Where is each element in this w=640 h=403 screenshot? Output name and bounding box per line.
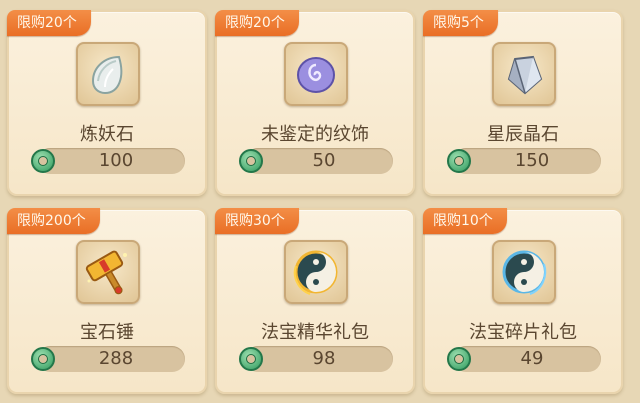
shop-grid: 限购20个 炼妖石 100 限购20个 未鉴定的纹饰 50 限购5个 星辰晶石 … — [0, 0, 640, 403]
price-bar: 50 — [239, 148, 393, 174]
purchase-limit-tag: 限购30个 — [215, 208, 299, 234]
price-bar: 288 — [31, 346, 185, 372]
item-icon-frame[interactable] — [284, 42, 348, 106]
item-name: 未鉴定的纹饰 — [261, 124, 369, 145]
golden-hammer-icon — [85, 250, 127, 295]
item-name: 星辰晶石 — [487, 124, 559, 145]
yin-yang-blue-icon — [502, 250, 547, 295]
item-price: 50 — [312, 150, 336, 171]
crystal-icon — [507, 55, 543, 95]
yin-yang-gold-icon — [293, 250, 338, 295]
item-icon-frame[interactable] — [76, 240, 140, 304]
item-name: 炼妖石 — [80, 124, 134, 145]
item-price: 100 — [98, 150, 134, 171]
shop-item-card[interactable]: 限购10个 法宝碎片礼包 49 — [423, 208, 623, 394]
purple-swirl-stone-icon — [297, 57, 335, 93]
shop-item-card[interactable]: 限购20个 炼妖石 100 — [7, 10, 207, 196]
shop-item-card[interactable]: 限购30个 法宝精华礼包 98 — [215, 208, 415, 394]
item-name: 法宝碎片礼包 — [469, 322, 577, 343]
item-icon-frame[interactable] — [492, 240, 556, 304]
price-bar: 49 — [447, 346, 601, 372]
purchase-limit-tag: 限购20个 — [215, 10, 299, 36]
item-price: 150 — [514, 150, 550, 171]
shop-item-card[interactable]: 限购200个 宝石锤 288 — [7, 208, 207, 394]
price-bar: 98 — [239, 346, 393, 372]
purchase-limit-tag: 限购20个 — [7, 10, 91, 36]
item-name: 宝石锤 — [80, 322, 134, 343]
purchase-limit-tag: 限购5个 — [423, 10, 498, 36]
purchase-limit-tag: 限购200个 — [7, 208, 100, 234]
price-bar: 100 — [31, 148, 185, 174]
item-icon-frame[interactable] — [284, 240, 348, 304]
item-name: 法宝精华礼包 — [261, 322, 369, 343]
item-price: 98 — [312, 348, 336, 369]
price-bar: 150 — [447, 148, 601, 174]
item-price: 49 — [520, 348, 544, 369]
shop-item-card[interactable]: 限购20个 未鉴定的纹饰 50 — [215, 10, 415, 196]
item-price: 288 — [98, 348, 134, 369]
shop-item-card[interactable]: 限购5个 星辰晶石 150 — [423, 10, 623, 196]
purchase-limit-tag: 限购10个 — [423, 208, 507, 234]
item-icon-frame[interactable] — [76, 42, 140, 106]
item-icon-frame[interactable] — [492, 42, 556, 106]
leaf-gem-icon — [91, 55, 123, 95]
